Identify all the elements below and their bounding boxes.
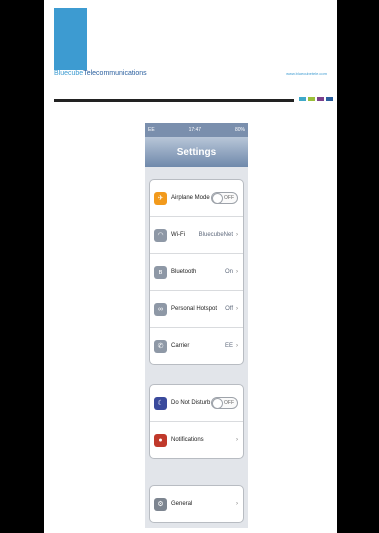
settings-row-value: BluecubeNet: [198, 232, 233, 238]
nav-title: Settings: [176, 146, 217, 158]
chevron-right-icon: ›: [236, 343, 238, 349]
carrier-label: EE: [148, 127, 155, 133]
gear-icon: ⚙: [154, 497, 167, 511]
slide-page: BluecubeTelecommunications www.bluecubet…: [44, 0, 337, 533]
settings-row-value: Off: [225, 306, 233, 312]
toggle-knob: [212, 193, 223, 204]
right-black-bar: [337, 0, 379, 533]
settings-row-personal-hotspot[interactable]: ∞ Personal Hotspot Off ›: [150, 291, 243, 328]
accent-square: [317, 97, 324, 101]
bluetooth-icon: ʙ: [154, 265, 167, 279]
settings-row-label: Personal Hotspot: [171, 306, 218, 312]
chevron-right-icon: ›: [236, 501, 238, 507]
wifi-icon: ◠: [154, 228, 167, 242]
toggle-knob: [212, 398, 223, 409]
website-url: www.bluecubetele.com: [286, 71, 327, 76]
notifications-icon: ●: [154, 433, 167, 447]
company-logo: [54, 8, 87, 70]
settings-row-label: Wi-Fi: [171, 232, 185, 238]
settings-group: ✈ Airplane Mode OFF ◠ Wi-Fi BluecubeNet › ʙ Blue…: [149, 179, 244, 365]
settings-row-label: Carrier: [171, 343, 190, 349]
settings-row-label: Airplane Mode: [171, 195, 210, 201]
chevron-right-icon: ›: [236, 437, 238, 443]
iphone-screen: EE 17:47 80% Settings ✈ Airplane Mode OFF ◠…: [145, 123, 248, 528]
battery-level: 80%: [234, 127, 245, 133]
settings-group: ☾ Do Not Disturb OFF ● Notifications ›: [149, 384, 244, 459]
toggle-state: OFF: [224, 195, 234, 201]
settings-row-label: Do Not Disturb: [171, 400, 211, 406]
accent-square: [299, 97, 306, 101]
moon-icon: ☾: [154, 396, 167, 410]
chevron-right-icon: ›: [236, 306, 238, 312]
airplane-mode-toggle[interactable]: OFF: [211, 192, 238, 204]
company-name: BluecubeTelecommunications: [54, 70, 147, 77]
settings-row-value: On: [224, 269, 233, 275]
do-not-disturb-toggle[interactable]: OFF: [211, 397, 238, 409]
clock: 17:47: [188, 127, 202, 133]
toggle-state: OFF: [224, 400, 234, 406]
carrier-icon: ✆: [154, 339, 167, 353]
settings-group: ⚙ General ›: [149, 485, 244, 523]
settings-row-carrier[interactable]: ✆ Carrier EE ›: [150, 328, 243, 364]
settings-row-label: Bluetooth: [171, 269, 197, 275]
divider-line: [54, 99, 294, 102]
accent-square: [308, 97, 315, 101]
company-name-part1: Bluecube: [54, 70, 84, 77]
hotspot-icon: ∞: [154, 302, 167, 316]
chevron-right-icon: ›: [236, 269, 238, 275]
airplane-icon: ✈: [154, 191, 167, 205]
settings-row-bluetooth[interactable]: ʙ Bluetooth On ›: [150, 254, 243, 291]
settings-row-label: General: [171, 501, 193, 507]
chevron-right-icon: ›: [236, 232, 238, 238]
settings-list: ✈ Airplane Mode OFF ◠ Wi-Fi BluecubeNet › ʙ Blue…: [145, 179, 248, 523]
settings-row-label: Notifications: [171, 437, 204, 443]
left-black-bar: [0, 0, 44, 533]
accent-square: [326, 97, 333, 101]
settings-row-airplane-mode[interactable]: ✈ Airplane Mode OFF: [150, 180, 243, 217]
settings-row-value: EE: [224, 343, 233, 349]
status-bar: EE 17:47 80%: [145, 123, 248, 137]
settings-row-do-not-disturb[interactable]: ☾ Do Not Disturb OFF: [150, 385, 243, 422]
settings-row-notifications[interactable]: ● Notifications ›: [150, 422, 243, 458]
nav-bar: Settings: [145, 137, 248, 167]
settings-row-general[interactable]: ⚙ General ›: [150, 486, 243, 522]
settings-row-wi-fi[interactable]: ◠ Wi-Fi BluecubeNet ›: [150, 217, 243, 254]
company-name-part2: Telecommunications: [83, 70, 147, 77]
